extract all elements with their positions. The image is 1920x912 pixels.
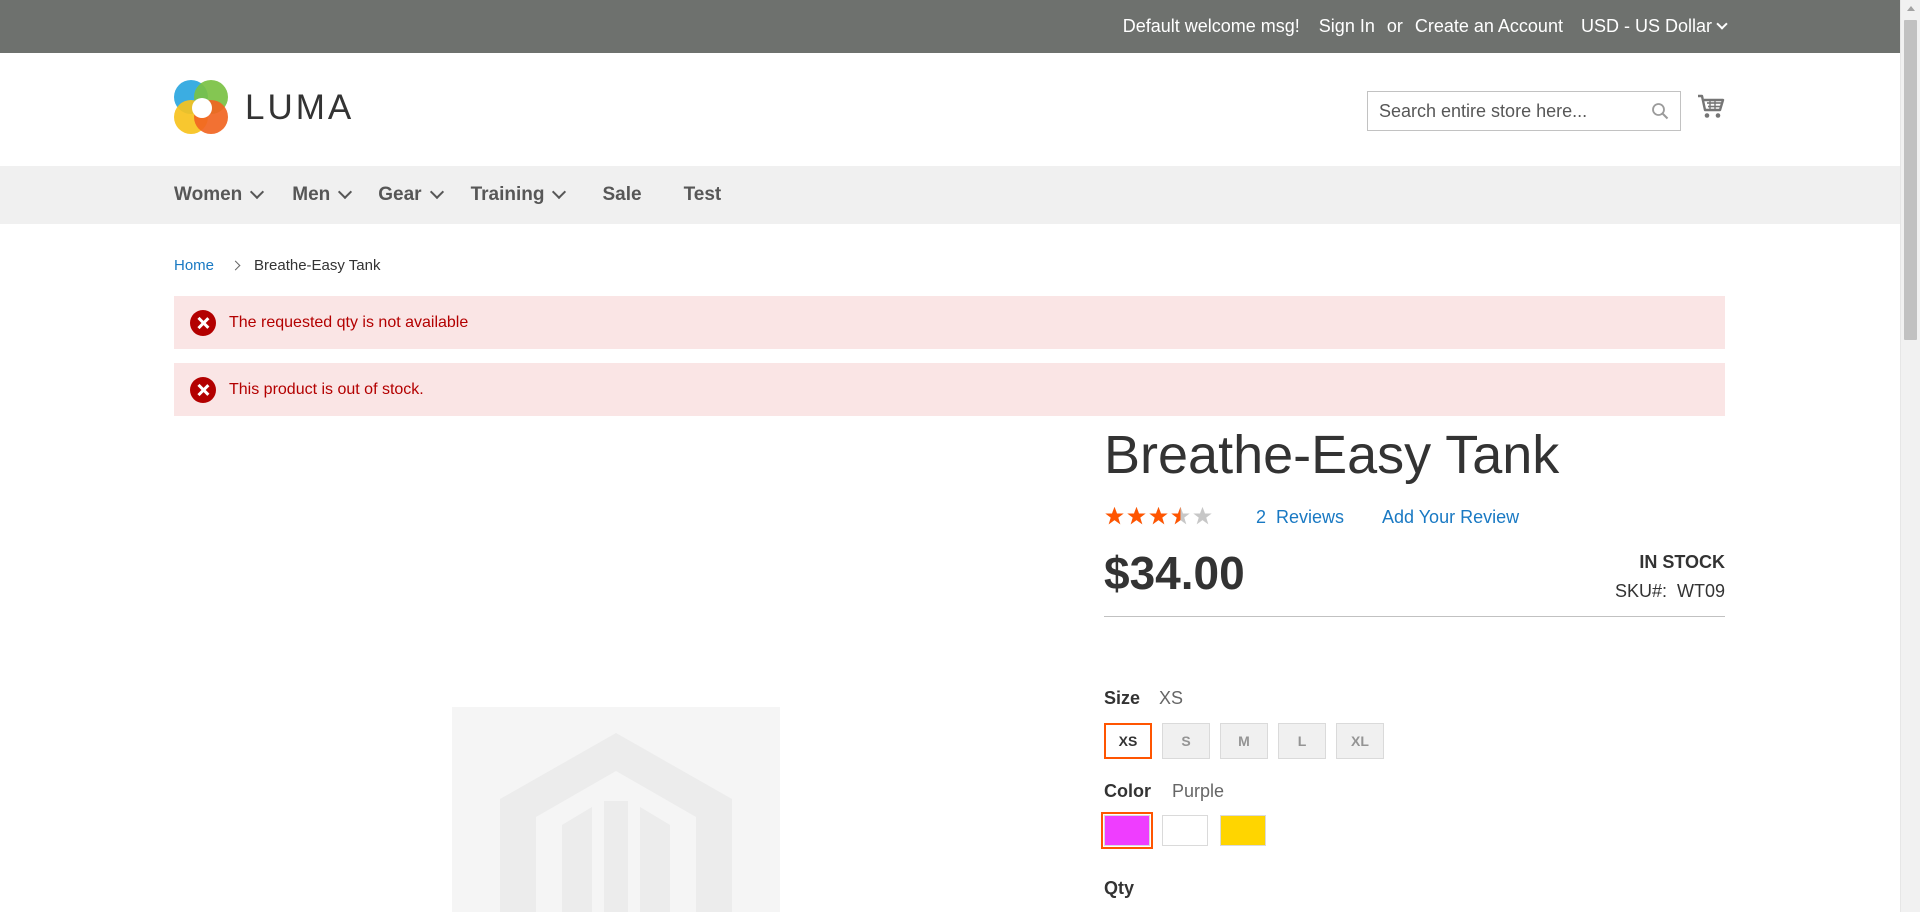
star-icon xyxy=(1149,506,1168,525)
qty-label: Qty xyxy=(1104,878,1135,898)
color-swatch-yellow[interactable] xyxy=(1220,815,1266,846)
size-swatch-s[interactable]: S xyxy=(1162,723,1210,759)
nav-item-label: Women xyxy=(174,184,243,205)
divider xyxy=(1104,616,1725,617)
nav-item-label: Men xyxy=(292,184,331,205)
breadcrumb-current: Breathe-Easy Tank xyxy=(254,257,381,274)
scrollbar-thumb[interactable] xyxy=(1904,20,1917,340)
nav-item-women[interactable]: Women xyxy=(174,184,265,206)
reviews-label: Reviews xyxy=(1276,507,1345,527)
color-label: Color xyxy=(1104,781,1151,801)
nav-item-label: Gear xyxy=(378,184,422,205)
sign-in-link[interactable]: Sign In xyxy=(1319,16,1375,37)
size-swatch-m[interactable]: M xyxy=(1220,723,1268,759)
error-icon xyxy=(190,309,216,336)
star-icon xyxy=(1105,506,1124,525)
welcome-message: Default welcome msg! xyxy=(1122,16,1300,36)
error-message: The requested qty is not available xyxy=(174,296,1725,349)
size-label: Size xyxy=(1104,688,1141,708)
star-icon xyxy=(1127,506,1146,525)
currency-switcher[interactable]: USD - US Dollar xyxy=(1580,16,1728,37)
page-scrollbar[interactable] xyxy=(1900,0,1920,912)
search-icon[interactable] xyxy=(1651,102,1669,120)
reviews-count: 2 xyxy=(1256,507,1267,527)
store-logo[interactable]: LUMA xyxy=(174,80,354,136)
chevron-down-icon xyxy=(250,184,265,200)
breadcrumb: Home Breathe-Easy Tank xyxy=(174,257,380,274)
scroll-up-arrow-icon[interactable] xyxy=(1907,6,1915,11)
magento-placeholder-icon xyxy=(500,733,732,912)
product-image-placeholder[interactable] xyxy=(452,707,780,912)
color-swatches xyxy=(1101,812,1278,849)
nav-item-label: Test xyxy=(683,184,722,205)
chevron-down-icon xyxy=(552,184,567,200)
stock-status: IN STOCK xyxy=(1639,552,1725,572)
star-icon xyxy=(1193,506,1212,525)
currency-label: USD - US Dollar xyxy=(1580,16,1712,36)
search-input[interactable] xyxy=(1368,92,1638,130)
size-swatch-xl[interactable]: XL xyxy=(1336,723,1384,759)
error-message-text: The requested qty is not available xyxy=(229,313,469,331)
color-swatch-white[interactable] xyxy=(1162,815,1208,846)
size-swatches: XS S M L XL xyxy=(1103,722,1394,760)
size-swatch-xs[interactable]: XS xyxy=(1103,722,1153,760)
error-message-text: This product is out of stock. xyxy=(229,380,424,398)
chevron-right-icon xyxy=(230,260,241,271)
add-review-link[interactable]: Add Your Review xyxy=(1382,507,1519,528)
color-selected-value: Purple xyxy=(1172,781,1225,801)
chevron-down-icon xyxy=(429,184,444,200)
chevron-down-icon xyxy=(1716,18,1728,30)
rating-stars xyxy=(1104,506,1214,526)
reviews-link[interactable]: 2 Reviews xyxy=(1256,507,1344,528)
nav-item-men[interactable]: Men xyxy=(292,184,353,206)
top-panel: Default welcome msg! Sign In or Create a… xyxy=(0,0,1900,53)
nav-item-sale[interactable]: Sale xyxy=(602,184,641,206)
create-account-link[interactable]: Create an Account xyxy=(1415,16,1563,37)
cart-icon[interactable] xyxy=(1697,94,1725,120)
header-links: Default welcome msg! Sign In or Create a… xyxy=(1122,0,1728,53)
main-navigation: Women Men Gear Training Sale Test xyxy=(0,166,1900,224)
luma-logo-icon xyxy=(174,80,230,136)
chevron-down-icon xyxy=(338,184,353,200)
size-selected-value: XS xyxy=(1159,688,1184,708)
sku-label: SKU#: xyxy=(1614,581,1667,601)
logo-text: LUMA xyxy=(245,88,355,127)
nav-item-gear[interactable]: Gear xyxy=(378,184,444,206)
size-swatch-l[interactable]: L xyxy=(1278,723,1326,759)
error-message: This product is out of stock. xyxy=(174,363,1725,416)
or-text: or xyxy=(1386,16,1403,36)
breadcrumb-home-link[interactable]: Home xyxy=(174,257,214,274)
nav-item-test[interactable]: Test xyxy=(684,184,722,206)
nav-item-training[interactable]: Training xyxy=(470,184,567,206)
color-swatch-purple[interactable] xyxy=(1101,812,1153,849)
nav-item-label: Sale xyxy=(602,184,642,205)
sku-value: WT09 xyxy=(1676,581,1725,601)
product-sku: SKU#: WT09 xyxy=(1615,581,1725,602)
product-title: Breathe-Easy Tank xyxy=(1104,425,1560,485)
star-icon xyxy=(1171,506,1190,525)
error-icon xyxy=(190,376,216,403)
product-price: $34.00 xyxy=(1104,547,1245,599)
search-box xyxy=(1367,91,1681,131)
nav-item-label: Training xyxy=(470,184,545,205)
